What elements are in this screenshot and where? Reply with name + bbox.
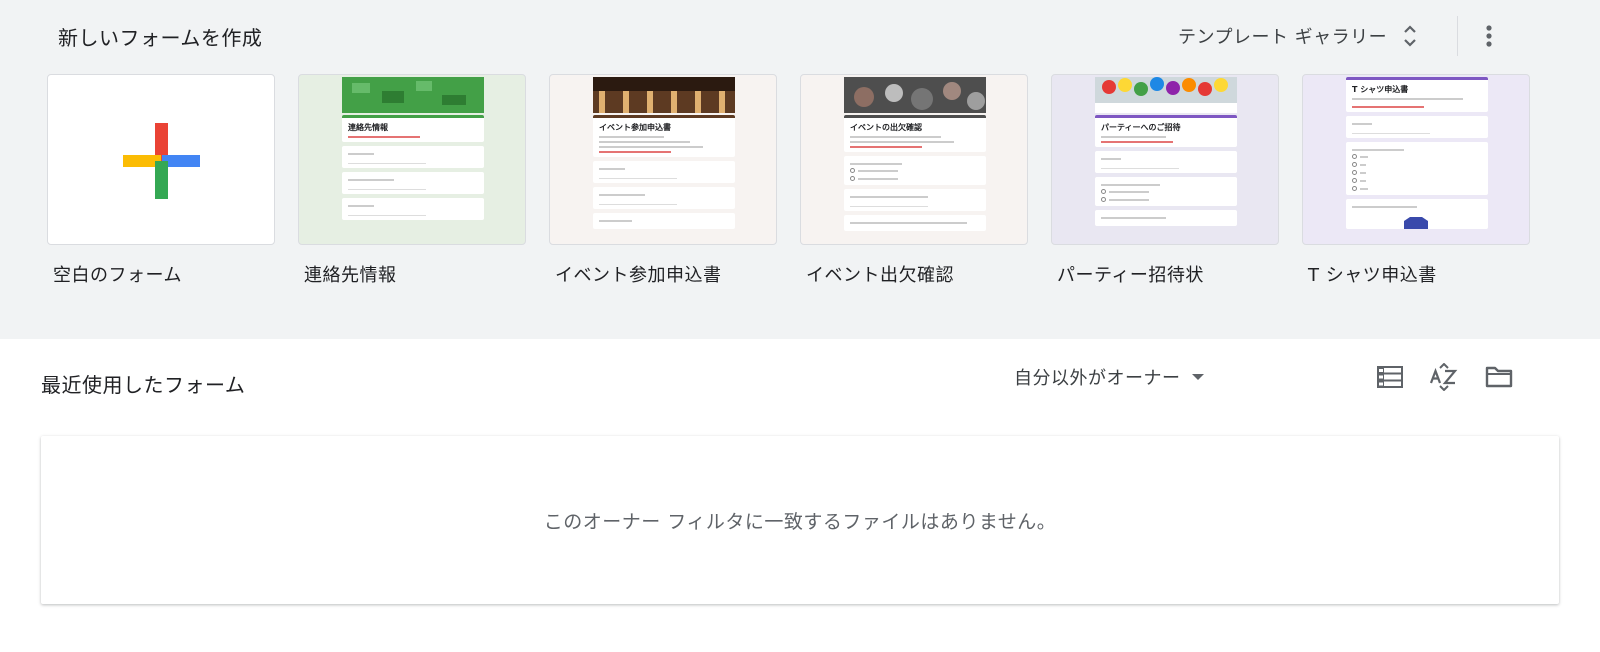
template-party-invite[interactable]: パーティーへのご招待 パーティー招待状	[1051, 74, 1279, 287]
template-tshirt-order-card[interactable]: T シャツ申込書	[1302, 74, 1530, 245]
tshirt-icon	[1404, 217, 1428, 229]
template-blank[interactable]: 空白のフォーム	[47, 74, 275, 287]
preview-title-block: T シャツ申込書	[1346, 77, 1488, 112]
sort-button[interactable]	[1426, 359, 1462, 395]
new-form-section: 新しいフォームを作成 テンプレート ギャラリー 空白のフォーム 連絡先情報 連絡…	[0, 0, 1600, 339]
template-gallery-button[interactable]: テンプレート ギャラリー	[1178, 16, 1419, 56]
recent-forms-empty-state: このオーナー フィルタに一致するファイルはありません。	[41, 436, 1559, 604]
template-event-rsvp-card[interactable]: イベントの出欠確認	[800, 74, 1028, 245]
template-contact-info[interactable]: 連絡先情報 連絡先情報	[298, 74, 526, 287]
template-label: T シャツ申込書	[1308, 265, 1437, 286]
template-event-rsvp[interactable]: イベントの出欠確認 イベント出欠確認	[800, 74, 1028, 287]
owner-filter-dropdown[interactable]: 自分以外がオーナー	[1014, 362, 1205, 392]
preview-title-block: イベントの出欠確認	[844, 115, 986, 152]
template-label: 連絡先情報	[304, 265, 397, 286]
empty-state-message: このオーナー フィルタに一致するファイルはありません。	[543, 510, 1057, 533]
template-label: イベント出欠確認	[806, 265, 954, 286]
google-plus-icon	[123, 123, 200, 199]
preview-title: パーティーへのご招待	[1101, 123, 1181, 132]
preview-title: イベントの出欠確認	[850, 123, 922, 132]
arrow-drop-down-icon	[1191, 374, 1204, 380]
list-view-button[interactable]	[1372, 359, 1408, 395]
template-tshirt-order[interactable]: T シャツ申込書 T シャツ申込書	[1302, 74, 1530, 287]
template-label: 空白のフォーム	[53, 265, 182, 286]
template-gallery-label: テンプレート ギャラリー	[1178, 27, 1388, 48]
preview-title-block: イベント参加申込書	[593, 115, 735, 157]
template-label: パーティー招待状	[1057, 265, 1204, 286]
preview-header-image	[844, 77, 986, 113]
preview-title-block: 連絡先情報	[342, 115, 484, 142]
preview-title-block: パーティーへのご招待	[1095, 115, 1237, 147]
preview-header-image	[342, 77, 484, 113]
list-view-icon	[1377, 366, 1403, 388]
toolbar-divider	[1457, 16, 1458, 56]
template-party-invite-card[interactable]: パーティーへのご招待	[1051, 74, 1279, 245]
sort-az-icon	[1430, 363, 1458, 391]
owner-filter-label: 自分以外がオーナー	[1014, 368, 1181, 389]
form-preview: イベント参加申込書	[593, 77, 735, 244]
more-vert-icon	[1486, 25, 1492, 47]
template-contact-info-card[interactable]: 連絡先情報	[298, 74, 526, 245]
more-options-button[interactable]	[1473, 16, 1505, 56]
folder-icon	[1485, 366, 1513, 388]
form-preview: パーティーへのご招待	[1095, 77, 1237, 244]
template-blank-card[interactable]	[47, 74, 275, 245]
new-form-title: 新しいフォームを作成	[58, 26, 263, 50]
form-preview: T シャツ申込書	[1346, 77, 1488, 244]
recent-forms-title: 最近使用したフォーム	[41, 373, 246, 397]
preview-title: T シャツ申込書	[1352, 85, 1409, 94]
preview-header-image	[593, 77, 735, 113]
open-file-picker-button[interactable]	[1481, 359, 1517, 395]
preview-header-image	[1095, 77, 1237, 113]
template-label: イベント参加申込書	[555, 265, 722, 286]
form-preview: 連絡先情報	[342, 77, 484, 244]
preview-title: イベント参加申込書	[599, 123, 671, 132]
unfold-icon	[1404, 25, 1416, 47]
template-event-registration[interactable]: イベント参加申込書 イベント参加申込書	[549, 74, 777, 287]
form-preview: イベントの出欠確認	[844, 77, 986, 244]
preview-title: 連絡先情報	[348, 123, 388, 132]
template-event-registration-card[interactable]: イベント参加申込書	[549, 74, 777, 245]
